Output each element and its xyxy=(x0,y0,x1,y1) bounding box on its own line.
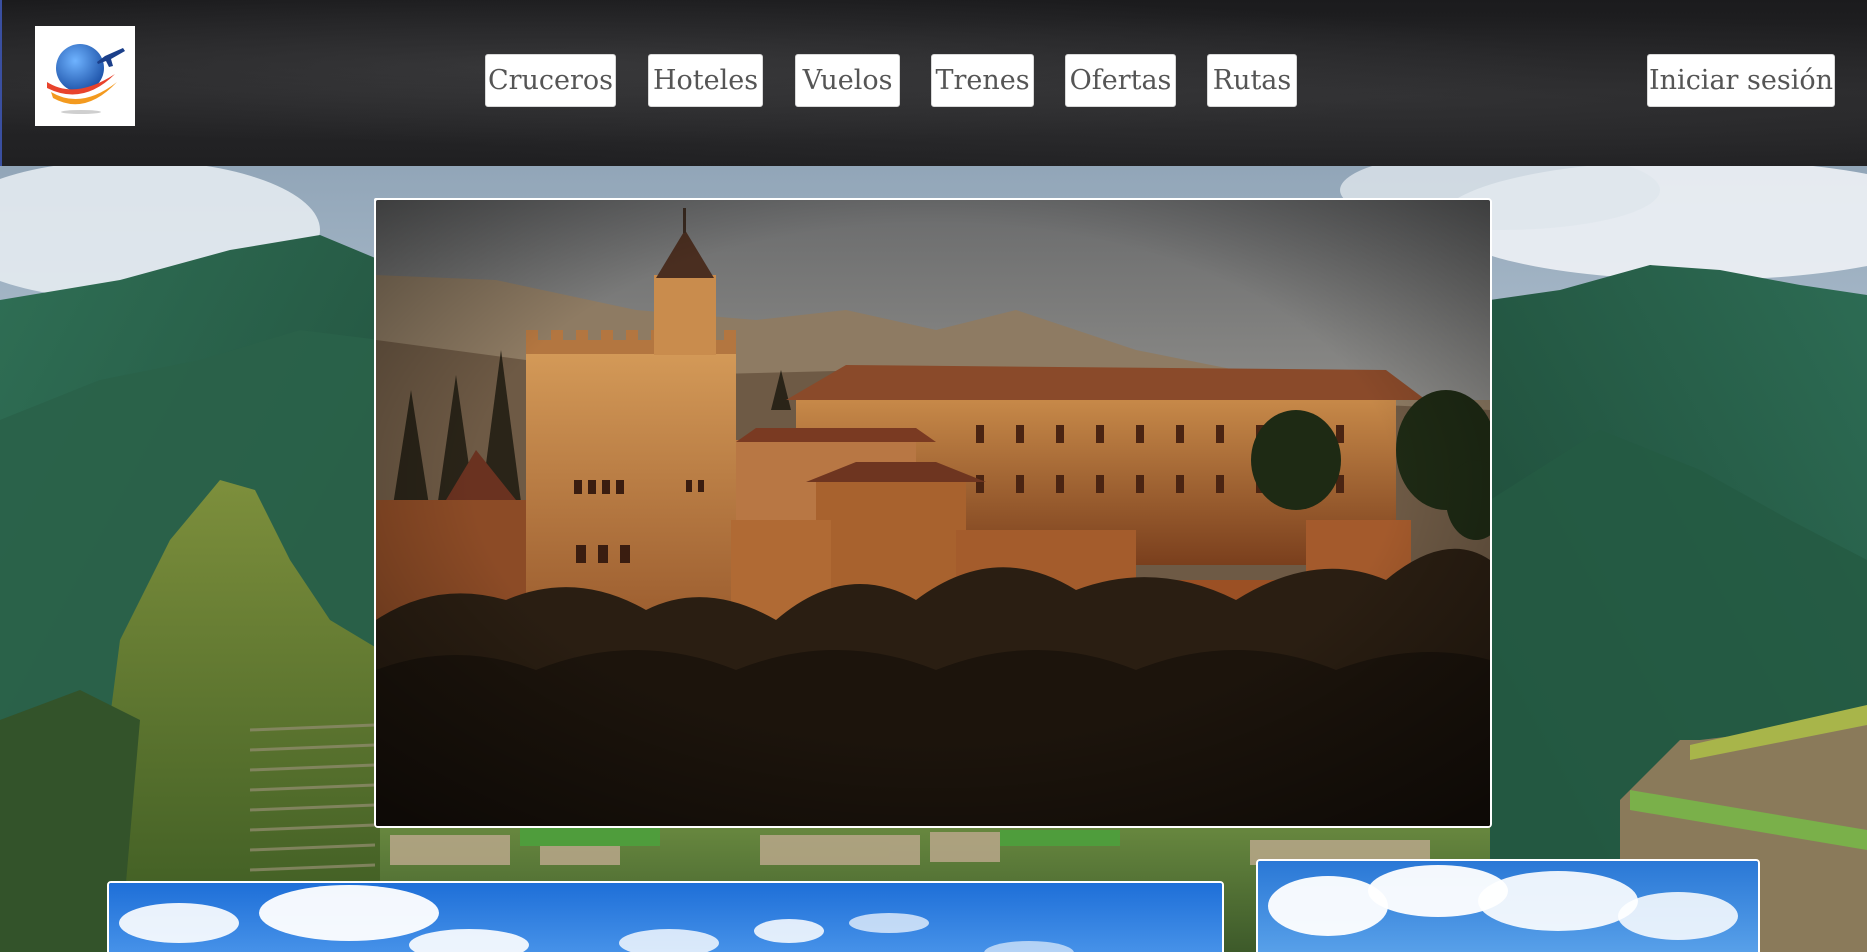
destination-card-right-image[interactable] xyxy=(1256,859,1760,952)
login-button[interactable]: Iniciar sesión xyxy=(1647,54,1835,107)
page: Cruceros Hoteles Vuelos Trenes Ofertas R… xyxy=(0,0,1867,952)
fortress-sunset-image xyxy=(376,200,1490,826)
nav-cruceros-button[interactable]: Cruceros xyxy=(485,54,616,107)
nav-vuelos-button[interactable]: Vuelos xyxy=(795,54,900,107)
nav-trenes-button[interactable]: Trenes xyxy=(931,54,1034,107)
destination-card-left-image[interactable] xyxy=(107,881,1224,952)
site-logo[interactable] xyxy=(35,26,135,126)
featured-destination-image[interactable] xyxy=(374,198,1492,828)
nav-ofertas-button[interactable]: Ofertas xyxy=(1065,54,1176,107)
sky-clouds-image xyxy=(109,883,1222,952)
top-navigation-bar: Cruceros Hoteles Vuelos Trenes Ofertas R… xyxy=(0,0,1867,166)
globe-airplane-logo-icon xyxy=(47,44,125,114)
nav-rutas-button[interactable]: Rutas xyxy=(1207,54,1297,107)
nav-hoteles-button[interactable]: Hoteles xyxy=(648,54,763,107)
sky-clouds-image xyxy=(1258,861,1758,952)
